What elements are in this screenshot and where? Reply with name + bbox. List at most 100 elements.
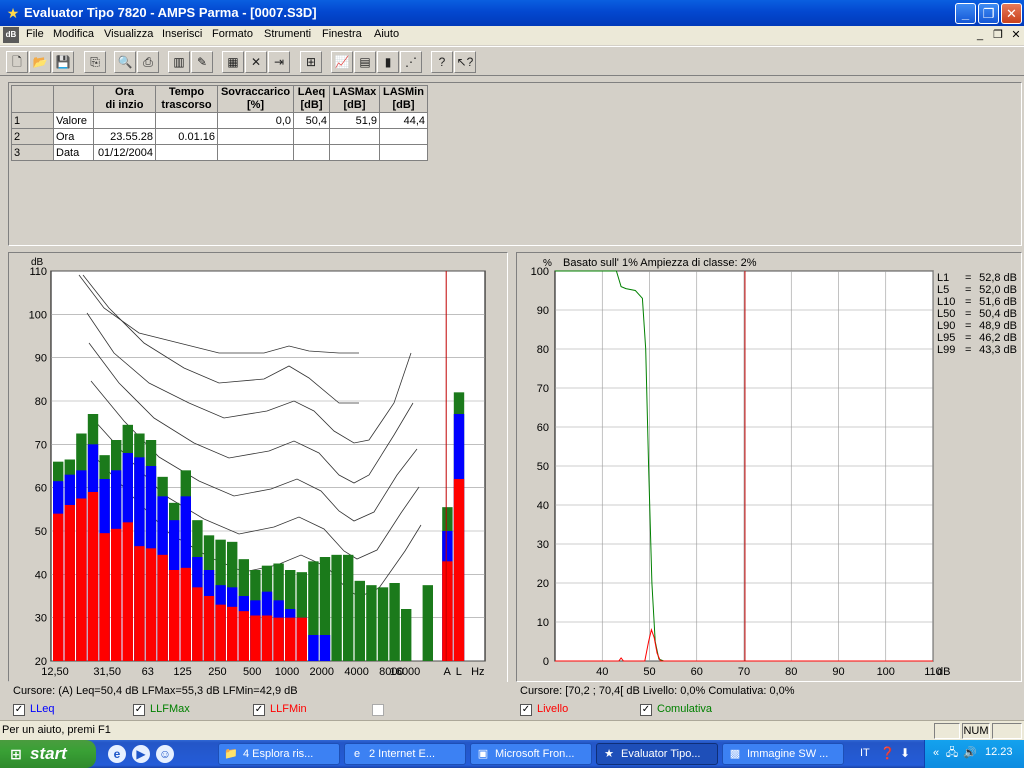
bar-llfmin[interactable] (215, 604, 226, 661)
bar-llfmin[interactable] (76, 498, 87, 662)
bar-llfmin[interactable] (111, 528, 122, 661)
table-cell[interactable] (217, 128, 294, 145)
bar-llfmax[interactable] (389, 583, 400, 661)
grid-icon[interactable]: ▦ (222, 51, 244, 73)
maximize-button[interactable]: ❐ (978, 3, 999, 24)
table-cell[interactable]: 01/12/2004 (93, 144, 156, 161)
bar-llfmax[interactable] (343, 554, 354, 661)
llfmin-label[interactable]: LLFMin (270, 703, 307, 715)
title-bar[interactable]: ★ Evaluator Tipo 7820 - AMPS Parma - [00… (0, 0, 1024, 27)
ie-quicklaunch-icon[interactable]: e (108, 745, 126, 763)
import-icon[interactable]: ⇥ (268, 51, 290, 73)
task-evaluator[interactable]: ★ Evaluator Tipo... (596, 743, 718, 765)
histogram-icon[interactable]: ▮ (377, 51, 399, 73)
bar-llfmin[interactable] (442, 561, 453, 661)
table-cell[interactable] (93, 112, 156, 129)
print-icon[interactable]: ⎙ (137, 51, 159, 73)
extra-checkbox[interactable] (372, 704, 384, 716)
language-options-icon[interactable]: ⬇ (900, 746, 910, 760)
scatter-icon[interactable]: ⋰ (400, 51, 422, 73)
bar-llfmin[interactable] (203, 596, 215, 661)
bar-llfmin[interactable] (453, 479, 465, 661)
row-label[interactable]: Data (53, 144, 94, 161)
bar-llfmax[interactable] (331, 554, 342, 661)
chart-icon[interactable]: 📈 (331, 51, 353, 73)
table-cell[interactable] (217, 144, 294, 161)
table-cell[interactable] (379, 144, 428, 161)
clock[interactable]: 12.23 (985, 746, 1013, 758)
menu-finestra[interactable]: Finestra (322, 28, 362, 40)
doc-close-button[interactable]: ✕ (1008, 27, 1024, 43)
bar-llfmin[interactable] (180, 567, 191, 661)
copy-icon[interactable]: ⎘ (84, 51, 106, 73)
menu-visualizza[interactable]: Visualizza (104, 28, 153, 40)
volume-icon[interactable]: 🔊 (963, 746, 977, 760)
bar-llfmin[interactable] (169, 570, 180, 661)
bar-llfmin[interactable] (273, 617, 284, 661)
bar-llfmin[interactable] (296, 617, 307, 661)
edit-icon[interactable]: ✎ (191, 51, 213, 73)
menu-strumenti[interactable]: Strumenti (264, 28, 311, 40)
messenger-quicklaunch-icon[interactable]: ☺ (156, 745, 174, 763)
lleq-label[interactable]: LLeq (30, 703, 54, 715)
start-button[interactable]: ⊞ start (0, 740, 96, 768)
table-cell[interactable] (329, 128, 380, 145)
table-cell[interactable] (155, 144, 218, 161)
col-header-lasmax[interactable]: LASMax [dB] (329, 85, 380, 113)
menu-modifica[interactable]: Modifica (53, 28, 94, 40)
col-header-tempo[interactable]: Tempo trascorso (155, 85, 218, 113)
app-icon[interactable]: ★ (5, 5, 21, 21)
livello-label[interactable]: Livello (537, 703, 568, 715)
table-cell[interactable] (293, 128, 330, 145)
network-icon[interactable]: 🖧 (945, 746, 959, 760)
tray-expand-icon[interactable]: « (929, 746, 943, 760)
bar-llfmax[interactable] (366, 585, 377, 661)
table-cell[interactable] (293, 144, 330, 161)
document-icon[interactable]: dB (3, 27, 19, 43)
table-cell[interactable] (329, 144, 380, 161)
bar-llfmin[interactable] (122, 522, 133, 661)
bar-llfmin[interactable] (157, 554, 168, 661)
distribution-chart[interactable]: 0102030405060708090100 40 50 60 70 80 90 100 11… (517, 253, 1021, 681)
col-header-ora[interactable]: Ora di inzio (93, 85, 156, 113)
table-cell[interactable]: 0.01.16 (155, 128, 218, 145)
table-cell[interactable]: 23.55.28 (93, 128, 156, 145)
bar-llfmin[interactable] (64, 505, 75, 661)
spectrum-chart[interactable]: 2030405060708090100110 12,50 31,50 63 125 25… (9, 253, 507, 683)
llfmax-label[interactable]: LLFMax (150, 703, 190, 715)
bar-llfmin[interactable] (53, 513, 64, 661)
bar-llfmax[interactable] (354, 580, 365, 661)
table-cell[interactable] (155, 112, 218, 129)
menu-aiuto[interactable]: Aiuto (374, 28, 399, 40)
task-immagine[interactable]: ▩ Immagine SW ... (722, 743, 844, 765)
bar-llfmin[interactable] (87, 492, 99, 661)
row-label[interactable]: Ora (53, 128, 94, 145)
bar-llfmax[interactable] (422, 585, 433, 661)
livello-checkbox[interactable]: ✓ (520, 704, 532, 716)
bar-llfmax[interactable] (401, 609, 412, 661)
bar-llfmin[interactable] (227, 606, 238, 661)
bar-llfmin[interactable] (261, 615, 273, 662)
col-header-sovraccarico[interactable]: Sovraccarico [%] (217, 85, 294, 113)
task-internet-explorer[interactable]: e 2 Internet E... (344, 743, 466, 765)
media-quicklaunch-icon[interactable]: ▶ (132, 745, 150, 763)
bar-llfmin[interactable] (285, 617, 296, 661)
menu-formato[interactable]: Formato (212, 28, 253, 40)
delete-icon[interactable]: ✕ (245, 51, 267, 73)
bar-llfmin[interactable] (134, 546, 145, 661)
print-preview-icon[interactable]: 🔍 (114, 51, 136, 73)
help-icon[interactable]: ? (431, 51, 453, 73)
close-button[interactable]: ✕ (1001, 3, 1022, 24)
context-help-icon[interactable]: ↖? (454, 51, 476, 73)
tree-icon[interactable]: ⊞ (300, 51, 322, 73)
comulativa-label[interactable]: Comulativa (657, 703, 712, 715)
table-cell[interactable] (379, 128, 428, 145)
bar-lleq[interactable] (308, 635, 319, 661)
minimize-button[interactable]: _ (955, 3, 976, 24)
bar-lleq[interactable] (319, 635, 331, 661)
col-header-lasmin[interactable]: LASMin [dB] (379, 85, 428, 113)
table-cell[interactable]: 44,4 (379, 112, 428, 129)
llfmin-checkbox[interactable]: ✓ (253, 704, 265, 716)
task-esplora[interactable]: 📁 4 Esplora ris... (218, 743, 340, 765)
open-icon[interactable]: 📂 (29, 51, 51, 73)
